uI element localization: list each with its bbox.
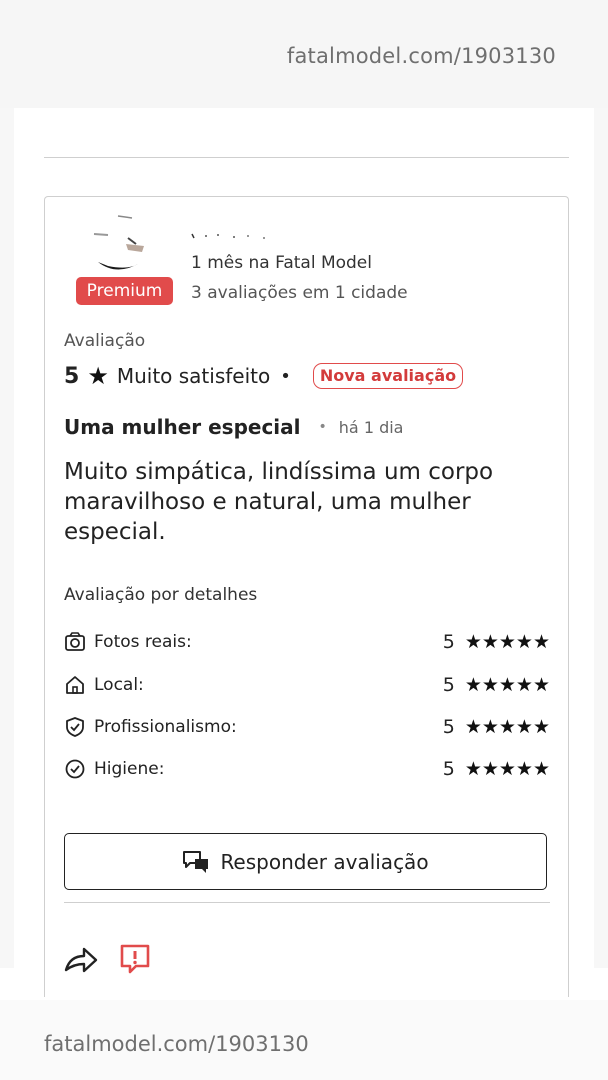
bottom-divider xyxy=(64,902,550,903)
top-divider xyxy=(44,157,569,158)
premium-badge: Premium xyxy=(76,277,173,305)
reviews-count: 3 avaliações em 1 cidade xyxy=(191,283,408,303)
rating-text: Muito satisfeito xyxy=(116,364,271,388)
shield-check-icon xyxy=(66,717,84,737)
chat-bubbles-icon xyxy=(183,850,209,873)
review-title: Uma mulher especial xyxy=(64,415,301,439)
camera-icon xyxy=(65,632,85,651)
detail-score: 5 xyxy=(442,631,455,653)
home-icon xyxy=(66,676,84,694)
new-review-badge: Nova avaliação xyxy=(312,363,464,389)
detail-row-fotos-reais: Fotos reais: 5 ★★★★★ xyxy=(64,629,550,655)
detail-stars: ★★★★★ xyxy=(464,716,550,738)
left-shade xyxy=(0,108,14,968)
watermark-top: fatalmodel.com/1903130 xyxy=(286,44,556,68)
watermark-bottom: fatalmodel.com/1903130 xyxy=(44,1032,309,1056)
detail-stars: ★★★★★ xyxy=(464,631,550,653)
detail-score: 5 xyxy=(442,674,455,696)
details-heading: Avaliação por detalhes xyxy=(64,585,258,605)
member-since: 1 mês na Fatal Model xyxy=(191,253,372,273)
reply-review-button[interactable]: Responder avaliação xyxy=(64,833,547,890)
detail-label: Profissionalismo: xyxy=(94,717,237,737)
title-separator: • xyxy=(318,419,327,435)
report-icon[interactable] xyxy=(118,942,152,976)
detail-row-local: Local: 5 ★★★★★ xyxy=(64,672,550,698)
avatar xyxy=(88,210,168,278)
check-circle-icon xyxy=(65,759,85,779)
review-body: Muito simpática, lindíssima um corpo mar… xyxy=(64,459,494,545)
detail-score: 5 xyxy=(442,758,455,780)
rating-label: Avaliação xyxy=(64,331,146,351)
detail-label: Fotos reais: xyxy=(94,632,192,652)
detail-row-profissionalismo: Profissionalismo: 5 ★★★★★ xyxy=(64,714,550,740)
right-shade xyxy=(594,108,608,968)
share-icon[interactable] xyxy=(64,944,98,976)
rating-row: 5 ★ Muito satisfeito • Nova avaliação xyxy=(64,361,464,391)
reply-button-label: Responder avaliação xyxy=(220,849,429,874)
review-title-row: Uma mulher especial • há 1 dia xyxy=(64,415,403,439)
detail-row-higiene: Higiene: 5 ★★★★★ xyxy=(64,756,550,782)
detail-stars: ★★★★★ xyxy=(464,758,550,780)
detail-score: 5 xyxy=(442,716,455,738)
review-time: há 1 dia xyxy=(338,417,404,437)
detail-label: Local: xyxy=(94,675,144,695)
username-scribble xyxy=(191,233,265,239)
rating-score: 5 xyxy=(64,363,80,389)
rating-separator: • xyxy=(280,365,291,387)
detail-label: Higiene: xyxy=(94,759,165,779)
rating-star-icon: ★ xyxy=(87,362,109,390)
detail-stars: ★★★★★ xyxy=(464,674,550,696)
